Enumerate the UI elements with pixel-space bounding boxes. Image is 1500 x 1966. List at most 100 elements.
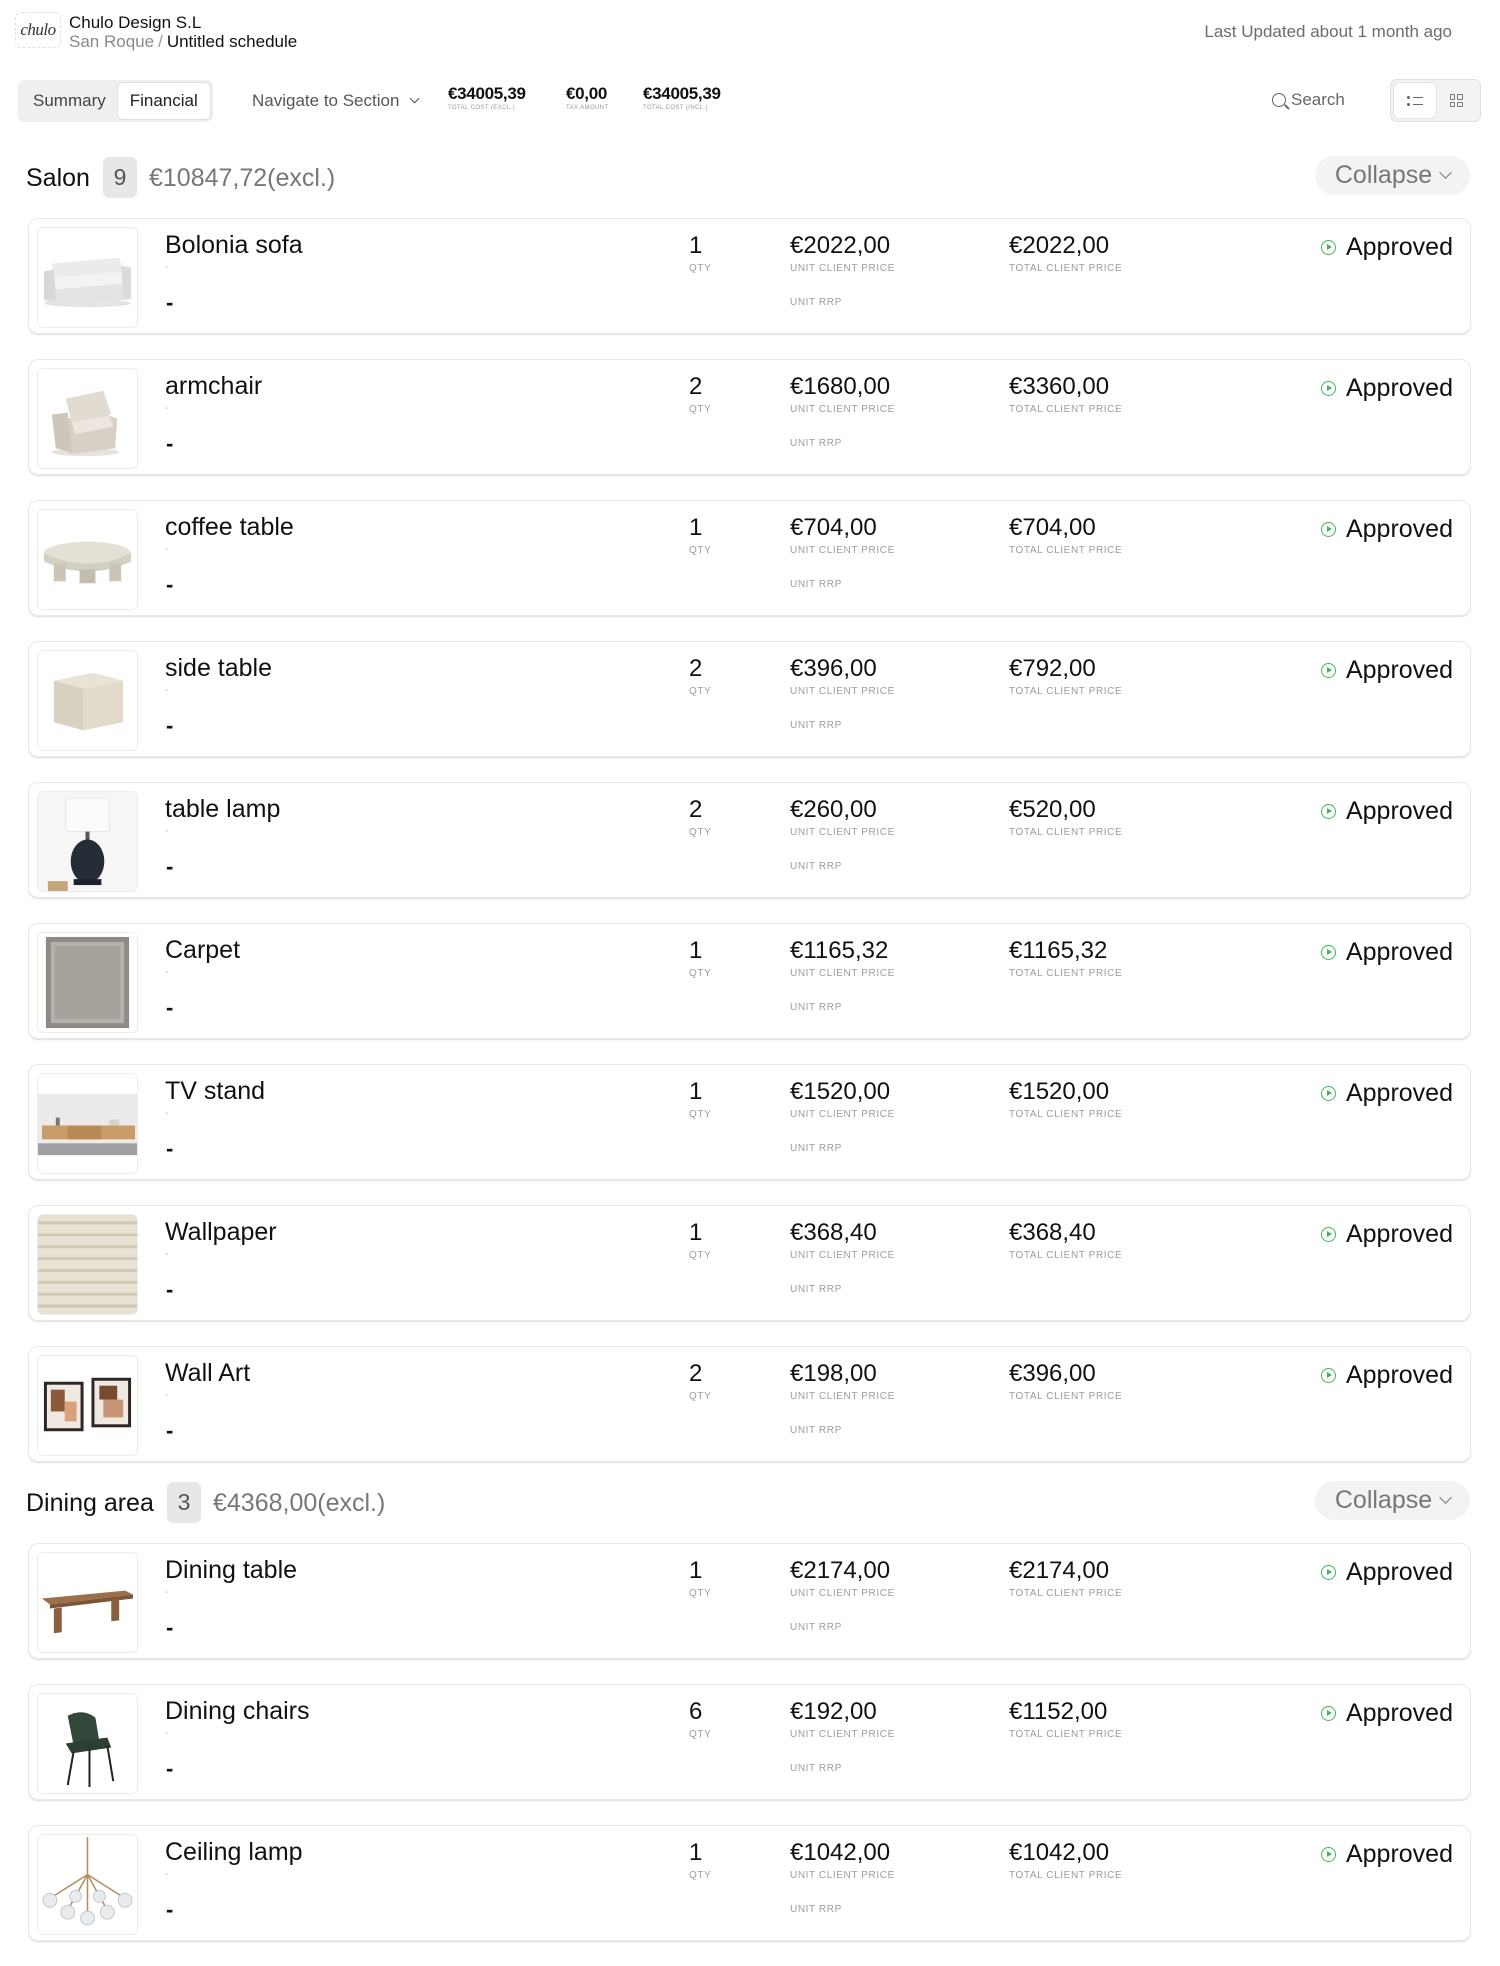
- quantity-value[interactable]: 1: [689, 1078, 711, 1106]
- quantity-value[interactable]: 1: [689, 514, 711, 542]
- quantity-value[interactable]: 1: [689, 232, 711, 260]
- item-name[interactable]: Bolonia sofa: [165, 231, 303, 260]
- status-badge[interactable]: Approved: [1320, 797, 1453, 826]
- item-name[interactable]: side table: [165, 654, 272, 683]
- status-badge[interactable]: Approved: [1320, 1220, 1453, 1249]
- total-client-price-value: €396,00: [1009, 1360, 1096, 1387]
- tab-financial[interactable]: Financial: [117, 83, 210, 119]
- quantity-label: QTY: [689, 968, 712, 979]
- quantity-label: QTY: [689, 686, 712, 697]
- status-badge[interactable]: Approved: [1320, 1558, 1453, 1587]
- item-name[interactable]: coffee table: [165, 513, 294, 542]
- unit-rrp-label: UNIT RRP: [790, 579, 842, 590]
- unit-rrp-label: UNIT RRP: [790, 720, 842, 731]
- item-name[interactable]: table lamp: [165, 795, 280, 824]
- quantity-value[interactable]: 1: [689, 1219, 711, 1247]
- breadcrumb-schedule[interactable]: Untitled schedule: [167, 32, 297, 51]
- item-card[interactable]: TV stand - - 1 QTY €1520,00 UNIT CLIENT PRICE U…: [28, 1064, 1471, 1180]
- item-card[interactable]: side table - - 2 QTY €396,00 UNIT CLIENT PRICE…: [28, 641, 1471, 757]
- item-card[interactable]: Wallpaper - - 1 QTY €368,40 UNIT CLIENT PRICE U…: [28, 1205, 1471, 1321]
- breadcrumb-project[interactable]: San Roque: [69, 32, 154, 51]
- quantity-value[interactable]: 2: [689, 655, 711, 683]
- item-subtitle: -: [165, 685, 169, 696]
- status-label: Approved: [1345, 1840, 1453, 1868]
- item-name[interactable]: Wallpaper: [165, 1218, 277, 1247]
- item-name[interactable]: TV stand: [165, 1077, 265, 1106]
- approved-status-icon: [1320, 663, 1336, 678]
- item-quantity: 1 QTY: [689, 937, 711, 979]
- quantity-value[interactable]: 2: [689, 373, 711, 401]
- unit-rrp-label: UNIT RRP: [790, 1284, 842, 1295]
- item-card[interactable]: Carpet - - 1 QTY €1165,32 UNIT CLIENT PRICE UNI…: [28, 923, 1471, 1039]
- product-image[interactable]: [37, 791, 138, 892]
- total-client-price-value: €3360,00: [1009, 373, 1110, 400]
- status-badge[interactable]: Approved: [1320, 1079, 1453, 1108]
- status-badge[interactable]: Approved: [1320, 1699, 1453, 1728]
- product-image[interactable]: [37, 650, 138, 751]
- item-card[interactable]: Dining table - - 1 QTY €2174,00 UNIT CLIENT PR…: [28, 1543, 1471, 1659]
- product-image[interactable]: [37, 1214, 138, 1315]
- quantity-value[interactable]: 1: [689, 1557, 711, 1585]
- item-card[interactable]: Bolonia sofa - - 1 QTY €2022,00 UNIT CLIENT PR…: [28, 218, 1471, 334]
- quantity-value[interactable]: 6: [689, 1698, 711, 1726]
- status-badge[interactable]: Approved: [1320, 374, 1453, 403]
- product-image[interactable]: [37, 1073, 138, 1174]
- status-badge[interactable]: Approved: [1320, 233, 1453, 262]
- status-badge[interactable]: Approved: [1320, 656, 1453, 685]
- quantity-value[interactable]: 2: [689, 1360, 711, 1388]
- product-image[interactable]: [37, 227, 138, 328]
- item-card[interactable]: coffee table - - 1 QTY €704,00 UNIT CLIENT PRI…: [28, 500, 1471, 616]
- product-image[interactable]: [37, 1355, 138, 1456]
- tab-summary[interactable]: Summary: [21, 83, 118, 119]
- item-name[interactable]: Carpet: [165, 936, 240, 965]
- approved-status-icon: [1320, 381, 1336, 396]
- status-badge[interactable]: Approved: [1320, 515, 1453, 544]
- product-image[interactable]: [37, 1552, 138, 1653]
- grid-icon: [1449, 94, 1463, 107]
- item-card[interactable]: Dining chairs - - 6 QTY €192,00 UNIT CLIENT PR…: [28, 1684, 1471, 1800]
- list-view-button[interactable]: [1394, 83, 1436, 118]
- unit-rrp-label: UNIT RRP: [790, 1002, 842, 1013]
- product-image[interactable]: [37, 509, 138, 610]
- company-logo[interactable]: chulo: [15, 12, 61, 48]
- item-quantity: 2 QTY: [689, 1360, 711, 1402]
- quantity-value[interactable]: 2: [689, 796, 711, 824]
- grid-view-button[interactable]: [1436, 83, 1478, 118]
- item-quantity: 6 QTY: [689, 1698, 711, 1740]
- item-name[interactable]: armchair: [165, 372, 262, 401]
- total-client-price-value: €704,00: [1009, 514, 1096, 541]
- item-card[interactable]: Ceiling lamp - - 1 QTY €1042,00 UNIT CLIENT PR…: [28, 1825, 1471, 1941]
- breadcrumb: San Roque / Untitled schedule: [69, 32, 297, 52]
- item-unit-price: €192,00 UNIT CLIENT PRICE UNIT RRP: [790, 1698, 895, 1774]
- product-image[interactable]: [37, 1834, 138, 1935]
- product-image[interactable]: [37, 932, 138, 1033]
- item-name[interactable]: Wall Art: [165, 1359, 250, 1388]
- item-name[interactable]: Dining table: [165, 1556, 297, 1585]
- collapse-section-button[interactable]: Collapse: [1315, 1481, 1470, 1520]
- item-name[interactable]: Dining chairs: [165, 1697, 310, 1726]
- metric-value: €0,00: [566, 84, 608, 103]
- unit-client-price-value: €396,00: [790, 655, 877, 682]
- item-card[interactable]: armchair - - 2 QTY €1680,00 UNIT CLIENT PRICE U…: [28, 359, 1471, 475]
- item-notes: -: [166, 1418, 174, 1443]
- unit-client-price-label: UNIT CLIENT PRICE: [790, 1109, 895, 1120]
- collapse-section-button[interactable]: Collapse: [1315, 156, 1470, 195]
- item-quantity: 2 QTY: [689, 373, 711, 415]
- product-image[interactable]: [37, 1693, 138, 1794]
- status-badge[interactable]: Approved: [1320, 1361, 1453, 1390]
- quantity-value[interactable]: 1: [689, 937, 711, 965]
- item-card[interactable]: Wall Art - - 2 QTY €198,00 UNIT CLIENT PRICE UN…: [28, 1346, 1471, 1462]
- quantity-value[interactable]: 1: [689, 1839, 711, 1867]
- navigate-to-section-dropdown[interactable]: Navigate to Section: [252, 91, 420, 111]
- item-unit-price: €704,00 UNIT CLIENT PRICE UNIT RRP: [790, 514, 895, 590]
- item-card[interactable]: table lamp - - 2 QTY €260,00 UNIT CLIENT PRICE…: [28, 782, 1471, 898]
- search-button[interactable]: Search: [1272, 90, 1345, 110]
- quantity-label: QTY: [689, 827, 712, 838]
- status-badge[interactable]: Approved: [1320, 938, 1453, 967]
- product-image[interactable]: [37, 368, 138, 469]
- item-notes: -: [166, 713, 174, 738]
- total-client-price-value: €1520,00: [1009, 1078, 1110, 1105]
- item-name[interactable]: Ceiling lamp: [165, 1838, 303, 1867]
- status-badge[interactable]: Approved: [1320, 1840, 1453, 1869]
- item-unit-price: €2174,00 UNIT CLIENT PRICE UNIT RRP: [790, 1557, 895, 1633]
